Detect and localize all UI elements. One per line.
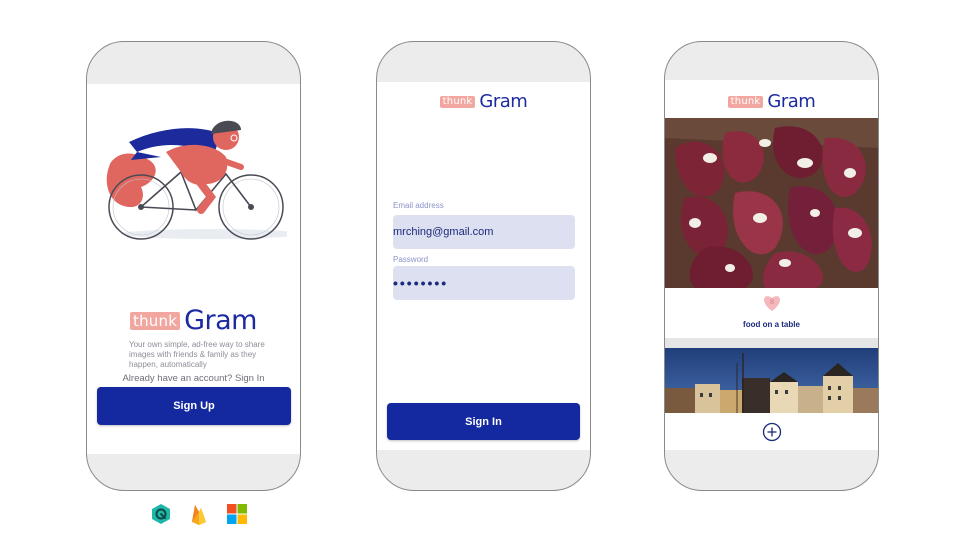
logo-prefix: thunk (727, 96, 764, 108)
add-post-icon[interactable] (762, 422, 782, 442)
logo-name: Gram (479, 91, 528, 112)
app-logo: thunk Gram (87, 306, 300, 336)
signup-screen: thunk Gram Your own simple, ad-free way … (87, 84, 300, 454)
feed-screen: thunk Gram 8 food on a table (665, 80, 878, 450)
tagline: Your own simple, ad-free way to share im… (129, 340, 265, 369)
phone-login: thunk Gram Email address mrching@gmail.c… (376, 41, 591, 491)
firebase-icon (192, 505, 206, 525)
phone-feed: thunk Gram 8 food on a table (664, 41, 879, 491)
email-label: Email address (393, 201, 444, 210)
phone-signup: thunk Gram Your own simple, ad-free way … (86, 41, 301, 491)
app-logo: thunk Gram (665, 92, 878, 112)
post-caption: food on a table (743, 320, 800, 329)
email-field[interactable]: mrching@gmail.com (393, 215, 575, 249)
password-label: Password (393, 255, 429, 264)
workflow-icon (152, 504, 170, 524)
signup-button[interactable]: Sign Up (97, 387, 291, 425)
password-field[interactable]: •••••••• (393, 266, 575, 300)
cyclist-illustration (106, 120, 287, 240)
logo-prefix: thunk (439, 96, 476, 108)
logo-name: Gram (767, 91, 816, 112)
post-divider (665, 338, 878, 348)
like-count: 8 (770, 299, 774, 306)
app-logo: thunk Gram (377, 92, 590, 112)
signin-button[interactable]: Sign In (387, 403, 580, 440)
logo-prefix: thunk (130, 312, 181, 330)
post-photo[interactable] (665, 348, 878, 413)
microsoft-icon (227, 504, 247, 524)
post-photo[interactable] (665, 118, 878, 288)
login-screen: thunk Gram Email address mrching@gmail.c… (377, 82, 590, 450)
logo-name: Gram (184, 305, 257, 336)
signin-link[interactable]: Already have an account? Sign In (87, 373, 300, 384)
